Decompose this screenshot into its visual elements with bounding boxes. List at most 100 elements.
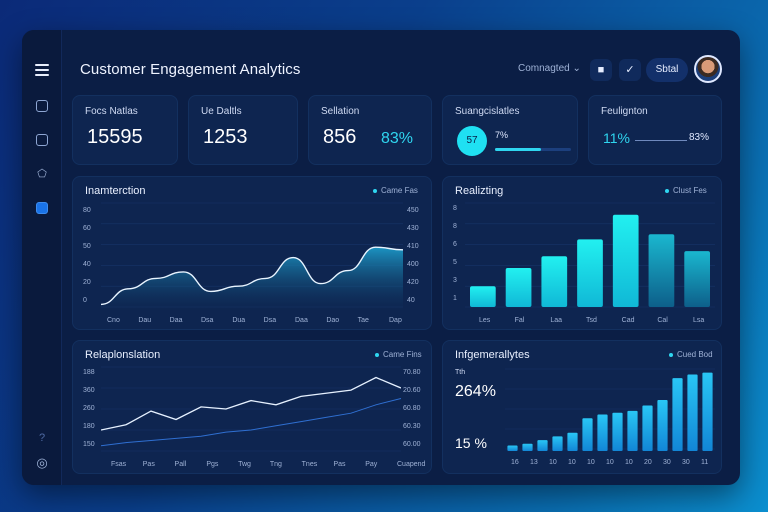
tick-label: 40 xyxy=(407,297,415,304)
page-title: Customer Engagement Analytics xyxy=(80,61,301,78)
tick-label: Daa xyxy=(295,317,308,324)
tick-label: Dua xyxy=(232,317,246,324)
kpi-label: Focs Natlas xyxy=(85,106,138,117)
tick-label: 40 xyxy=(83,261,91,268)
legend: Cued Bod xyxy=(669,350,713,359)
tick-label: Pas xyxy=(333,461,346,468)
report-icon[interactable] xyxy=(36,100,48,112)
bar xyxy=(687,374,698,451)
tick-label: Dau xyxy=(138,317,152,324)
tick-label: 60.30 xyxy=(403,423,421,430)
legend-label: Came Fas xyxy=(381,186,418,195)
tick-label: Daa xyxy=(169,317,183,324)
tick-label: Les xyxy=(479,317,491,324)
tick-label: 420 xyxy=(407,279,419,286)
kpi-card-4[interactable]: Suangcislatles 57 7% xyxy=(442,95,578,165)
tick-label: Fal xyxy=(514,317,525,324)
kpi-card-5[interactable]: Feulignton 11% 83% xyxy=(588,95,722,165)
bar xyxy=(642,405,653,451)
tick-label: 50 xyxy=(83,243,91,250)
tick-label: 10 xyxy=(568,459,576,466)
kpi-percent: 83% xyxy=(689,132,710,143)
bar xyxy=(582,418,593,451)
sidebar: ⬠ ? ◎ xyxy=(22,30,62,485)
tick-label: 10 xyxy=(606,459,614,466)
legend: Came Fins xyxy=(375,350,422,359)
tick-label: 11 xyxy=(701,459,709,466)
tick-label: Cal xyxy=(657,317,668,324)
tick-label: 188 xyxy=(83,369,95,376)
tick-label: Fsas xyxy=(111,461,127,468)
legend-label: Came Fins xyxy=(383,350,422,359)
tick-label: Cuapend xyxy=(397,461,426,468)
tick-label: 260 xyxy=(83,405,95,412)
bar xyxy=(552,436,563,451)
stat-main: 264% xyxy=(455,383,496,400)
kpi-card-3[interactable]: Sellation 856 83% xyxy=(308,95,432,165)
panel-title: Realizting xyxy=(455,185,504,197)
tick-label: Pall xyxy=(174,461,187,468)
tick-label: 10 xyxy=(587,459,595,466)
tick-label: 8 xyxy=(453,205,457,212)
chart-icon[interactable] xyxy=(36,202,48,214)
image-icon[interactable] xyxy=(36,134,48,146)
tick-label: 410 xyxy=(407,243,419,250)
bar xyxy=(702,372,713,451)
tick-label: 360 xyxy=(83,387,95,394)
panel-relationship[interactable]: Relaplonslation Came Fins 188 360 260 180 15… xyxy=(72,340,432,474)
lock-button[interactable]: ■ xyxy=(590,59,612,81)
check-button[interactable]: ✓ xyxy=(619,59,641,81)
tick-label: Tnes xyxy=(301,461,318,468)
tick-label: 70.80 xyxy=(403,369,421,376)
filter-pill[interactable]: Sbtal xyxy=(646,58,688,82)
panel-title: Relaplonslation xyxy=(85,349,161,361)
kpi-percent: 83% xyxy=(381,130,414,147)
date-dropdown[interactable]: Comnagted ⌄ xyxy=(518,63,581,74)
tick-label: 430 xyxy=(407,225,419,232)
tick-label: 450 xyxy=(407,207,419,214)
panel-title: Inamterction xyxy=(85,185,146,197)
kpi-label: Feulignton xyxy=(601,106,648,117)
tick-label: 13 xyxy=(530,459,538,466)
panel-engagement[interactable]: Infgemerallytes Cued Bod Tth 264% 15 % 1… xyxy=(442,340,722,474)
tag-icon[interactable]: ⬠ xyxy=(34,166,50,182)
tick-label: 60 xyxy=(83,225,91,232)
legend-dot xyxy=(375,352,379,357)
panel-realizing[interactable]: Realizting Clust Fes 8 8 6 5 3 1 Les Fal Laa Tsd… xyxy=(442,176,722,330)
kpi-percent: 7% xyxy=(495,130,509,140)
tick-label: 400 xyxy=(407,261,419,268)
tick-label: Dao xyxy=(326,317,340,324)
tick-label: 5 xyxy=(453,259,457,266)
tick-label: Pgs xyxy=(206,461,219,468)
tick-label: 20 xyxy=(644,459,652,466)
tick-label: Laa xyxy=(550,317,563,324)
check-icon: ✓ xyxy=(625,64,635,76)
kpi-label: Ue Daltls xyxy=(201,106,242,117)
tick-label: 80 xyxy=(83,207,91,214)
help-icon[interactable]: ? xyxy=(34,430,50,446)
progress-track xyxy=(495,148,571,151)
menu-icon[interactable] xyxy=(35,64,49,79)
avatar[interactable] xyxy=(694,55,722,83)
tick-label: 1 xyxy=(453,295,457,302)
bar xyxy=(612,214,639,307)
kpi-card-2[interactable]: Ue Daltls 1253 xyxy=(188,95,298,165)
legend: Came Fas xyxy=(373,186,418,195)
tick-label: 3 xyxy=(453,277,457,284)
stat-bottom: 15 % xyxy=(455,435,487,451)
kpi-value: 15595 xyxy=(87,126,143,148)
tick-label: Tae xyxy=(357,317,369,324)
bar xyxy=(505,268,532,307)
legend-label: Clust Fes xyxy=(673,186,707,195)
kpi-card-1[interactable]: Focs Natlas 15595 xyxy=(72,95,178,165)
tick-label: Tng xyxy=(269,461,282,468)
panel-interaction[interactable]: Inamterction Came Fas 80 60 50 40 20 0 450 430… xyxy=(72,176,432,330)
kpi-value: 1253 xyxy=(203,126,248,148)
tick-label: 30 xyxy=(663,459,671,466)
legend-dot xyxy=(665,188,669,193)
tick-label: 60.80 xyxy=(403,405,421,412)
tick-label: Cad xyxy=(621,317,635,324)
realizing-bar-chart xyxy=(465,202,715,308)
trend-line xyxy=(635,140,687,141)
settings-icon[interactable]: ◎ xyxy=(34,455,50,471)
